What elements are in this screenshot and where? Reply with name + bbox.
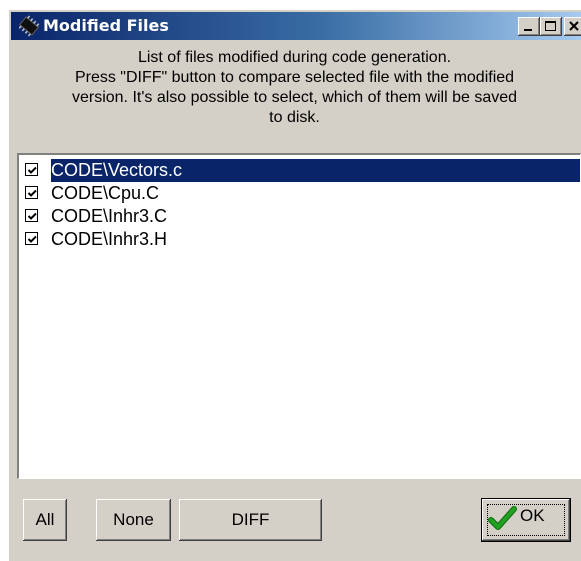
file-name: CODE\Inhr3.C	[51, 206, 168, 226]
select-all-button[interactable]: All	[23, 499, 67, 541]
description-line: Press "DIFF" button to compare selected …	[74, 69, 515, 86]
minimize-button[interactable]	[518, 17, 540, 36]
file-name: CODE\Vectors.c	[51, 160, 185, 181]
checkmark-icon	[27, 212, 37, 220]
description-line: version. It's also possible to select, w…	[71, 89, 518, 106]
description-line: List of files modified during code gener…	[137, 49, 452, 66]
chip-icon	[18, 15, 40, 37]
ok-label: OK	[520, 506, 545, 525]
file-checkbox[interactable]	[25, 209, 38, 222]
checkmark-icon	[27, 189, 37, 197]
file-checkbox[interactable]	[25, 186, 38, 199]
file-list-item[interactable]: CODE\Cpu.C	[19, 182, 580, 205]
description-text: List of files modified during code gener…	[8, 48, 581, 128]
file-checkbox[interactable]	[25, 163, 38, 176]
modified-files-list[interactable]: CODE\Vectors.c CODE\Cpu.C CODE\Inhr3.C C…	[17, 153, 581, 479]
close-button[interactable]	[564, 17, 581, 36]
file-list-item[interactable]: CODE\Inhr3.C	[19, 205, 580, 228]
maximize-button[interactable]	[540, 17, 562, 36]
green-check-icon	[488, 506, 517, 530]
select-none-button[interactable]: None	[96, 499, 171, 541]
maximize-icon	[545, 21, 556, 31]
file-list-item[interactable]: CODE\Inhr3.H	[19, 228, 580, 251]
window-title: Modified Files	[43, 16, 169, 35]
file-list-item[interactable]: CODE\Vectors.c	[19, 159, 580, 182]
description-line: to disk.	[269, 109, 320, 126]
checkmark-icon	[27, 235, 37, 243]
ok-button[interactable]: OK	[482, 499, 570, 541]
file-checkbox[interactable]	[25, 232, 38, 245]
title-bar[interactable]: Modified Files	[11, 12, 581, 40]
checkmark-icon	[27, 166, 37, 174]
close-icon	[569, 21, 579, 31]
minimize-icon	[524, 29, 532, 31]
modified-files-dialog: Modified Files List of files modified du…	[8, 9, 581, 561]
diff-button[interactable]: DIFF	[179, 499, 322, 541]
file-name: CODE\Inhr3.H	[51, 229, 168, 249]
file-name: CODE\Cpu.C	[51, 183, 160, 203]
